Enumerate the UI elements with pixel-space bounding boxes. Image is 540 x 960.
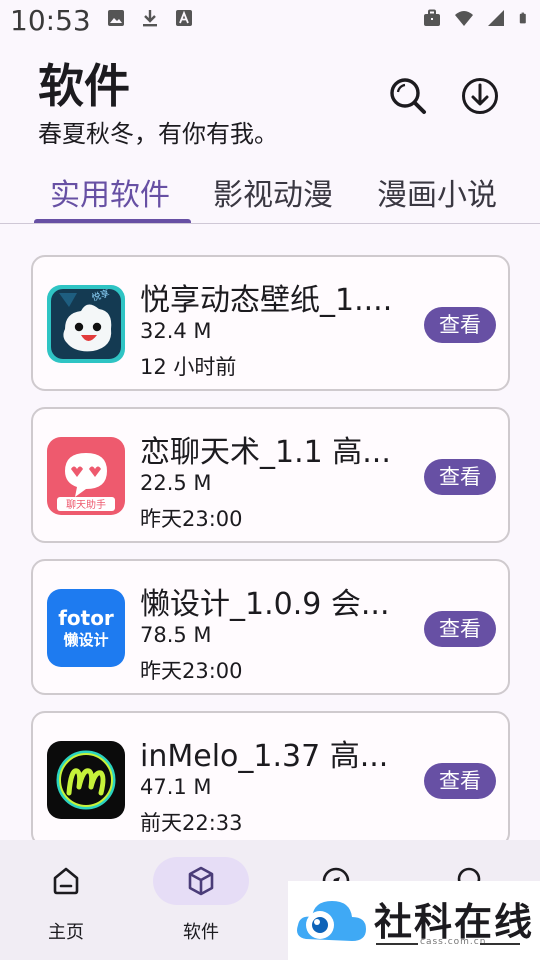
briefcase-icon [424, 9, 440, 26]
watermark-line [480, 943, 520, 945]
app-card[interactable]: fotor 懒设计 懒设计_1.0.9 会... 78.5 M 昨天23:00 … [31, 559, 510, 695]
watermark-line [376, 943, 418, 945]
status-system-icons [422, 8, 530, 28]
app-update-time: 前天22:33 [140, 811, 243, 835]
image-icon [108, 10, 124, 26]
signal-icon [488, 10, 504, 26]
font-icon [176, 10, 192, 26]
battery-icon [519, 12, 526, 24]
nav-item-software[interactable]: 软件 [135, 840, 270, 960]
yuexiang-wallpaper-app-icon: 悦享 [47, 285, 125, 363]
cloud-logo-icon [297, 901, 366, 941]
app-list[interactable]: 悦享 悦享动态壁纸_1.... 32.4 M 12 小时前 查看 聊天助手 恋聊… [0, 224, 540, 840]
watermark-url: cass.com.cn [420, 937, 487, 947]
page-title: 软件 [38, 59, 130, 113]
status-bar: 10:53 [0, 0, 540, 40]
category-tabs: 实用软件 影视动漫 漫画小说 [0, 160, 540, 224]
app-title: 恋聊天术_1.1 高... [140, 435, 391, 470]
app-update-time: 昨天23:00 [140, 659, 243, 683]
inmelo-app-icon [47, 741, 125, 819]
tab-comics-novels[interactable]: 漫画小说 [377, 170, 497, 214]
app-size: 32.4 M [140, 319, 212, 343]
status-notification-icons [106, 8, 194, 28]
app-card[interactable]: 悦享 悦享动态壁纸_1.... 32.4 M 12 小时前 查看 [31, 255, 510, 391]
app-title: 懒设计_1.0.9 会... [140, 587, 390, 622]
tab-utility-software[interactable]: 实用软件 [50, 170, 170, 214]
home-icon [53, 867, 79, 895]
wifi-icon [455, 11, 473, 26]
view-button[interactable]: 查看 [424, 763, 496, 799]
fotor-design-app-icon: fotor 懒设计 [47, 589, 125, 667]
app-card[interactable]: inMelo_1.37 高... 47.1 M 前天22:33 查看 [31, 711, 510, 840]
nav-item-home[interactable]: 主页 [0, 840, 135, 960]
view-button[interactable]: 查看 [424, 307, 496, 343]
app-title: 悦享动态壁纸_1.... [140, 283, 393, 318]
nav-label: 主页 [48, 922, 84, 943]
app-card[interactable]: 聊天助手 恋聊天术_1.1 高... 22.5 M 昨天23:00 查看 [31, 407, 510, 543]
status-time: 10:53 [10, 4, 91, 37]
search-icon [390, 78, 426, 114]
nav-pill [18, 857, 114, 905]
watermark-logo: 社科在线 cass.com.cn [288, 881, 540, 960]
tab-indicator [34, 219, 191, 223]
app-size: 78.5 M [140, 623, 212, 647]
download-circle-icon [462, 78, 498, 114]
nav-pill-active [153, 857, 249, 905]
tab-movies-anime[interactable]: 影视动漫 [213, 170, 333, 214]
app-update-time: 12 小时前 [140, 355, 237, 379]
search-button[interactable] [386, 74, 430, 118]
view-button[interactable]: 查看 [424, 459, 496, 495]
app-title: inMelo_1.37 高... [140, 739, 389, 774]
svg-text:懒设计: 懒设计 [63, 631, 108, 649]
app-size: 22.5 M [140, 471, 212, 495]
download-manager-button[interactable] [458, 74, 502, 118]
svg-text:fotor: fotor [58, 606, 114, 630]
page-subtitle: 春夏秋冬，有你有我。 [38, 120, 278, 148]
download-icon [143, 10, 157, 27]
nav-label: 软件 [183, 922, 219, 943]
svg-text:聊天助手: 聊天助手 [66, 498, 106, 511]
app-update-time: 昨天23:00 [140, 507, 243, 531]
app-size: 47.1 M [140, 775, 212, 799]
package-icon [188, 866, 214, 896]
view-button[interactable]: 查看 [424, 611, 496, 647]
lianliao-chat-app-icon: 聊天助手 [47, 437, 125, 515]
